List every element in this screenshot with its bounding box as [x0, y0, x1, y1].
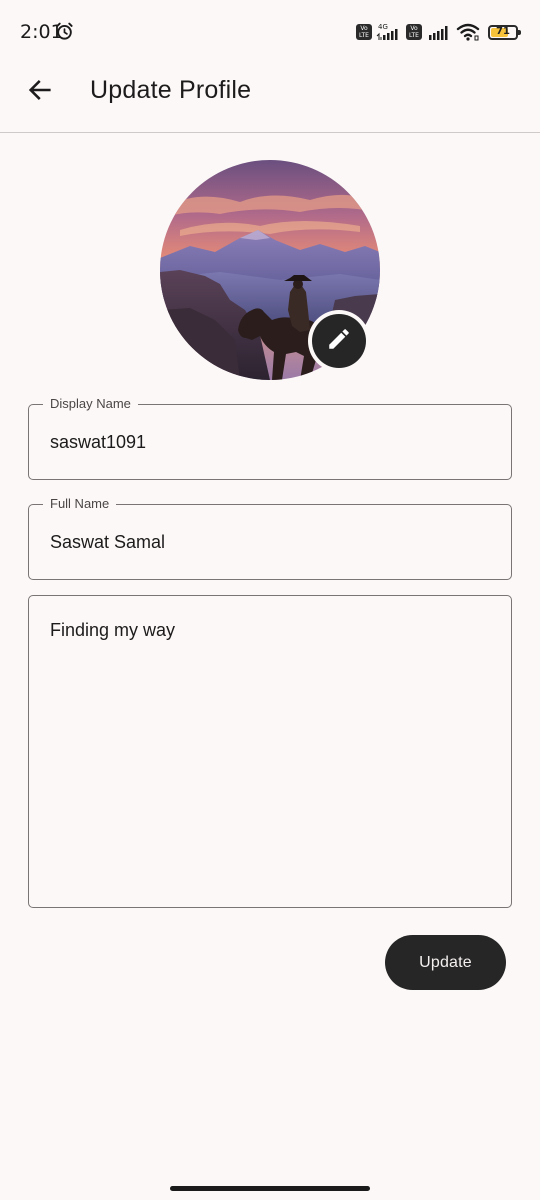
- volte-icon: Vo LTE: [356, 24, 372, 40]
- signal-icon-2: [426, 22, 452, 42]
- update-button[interactable]: Update: [385, 935, 506, 990]
- alarm-icon: [55, 22, 74, 41]
- display-name-label: Display Name: [43, 395, 138, 413]
- edit-avatar-inner: [312, 314, 366, 368]
- bio-input[interactable]: Finding my way: [50, 620, 175, 641]
- display-name-field[interactable]: Display Name saswat1091: [28, 395, 512, 480]
- pencil-icon: [326, 326, 352, 357]
- battery-tip: [518, 29, 521, 35]
- battery-level: 71: [496, 25, 510, 37]
- network-type-label: 4G: [378, 23, 388, 31]
- bio-field[interactable]: Finding my way: [28, 595, 512, 908]
- app-bar: Update Profile: [0, 60, 540, 133]
- arrow-back-icon: [26, 76, 54, 109]
- back-button[interactable]: [20, 72, 60, 112]
- status-bar: 2:01 Vo LTE 4G Vo LTE 71: [0, 0, 540, 60]
- battery-icon: 71: [488, 24, 521, 40]
- edit-avatar-button[interactable]: [308, 310, 370, 372]
- full-name-field[interactable]: Full Name Saswat Samal: [28, 495, 512, 580]
- page-title: Update Profile: [90, 76, 252, 104]
- full-name-label: Full Name: [43, 495, 117, 513]
- wifi-icon: [456, 22, 480, 42]
- full-name-input[interactable]: Saswat Samal: [50, 532, 165, 553]
- display-name-input[interactable]: saswat1091: [50, 432, 146, 453]
- volte-icon-2: Vo LTE: [406, 24, 422, 40]
- gesture-bar[interactable]: [170, 1186, 370, 1191]
- status-icons: Vo LTE 4G Vo LTE 71: [356, 21, 521, 43]
- signal-icon: 4G: [376, 22, 402, 42]
